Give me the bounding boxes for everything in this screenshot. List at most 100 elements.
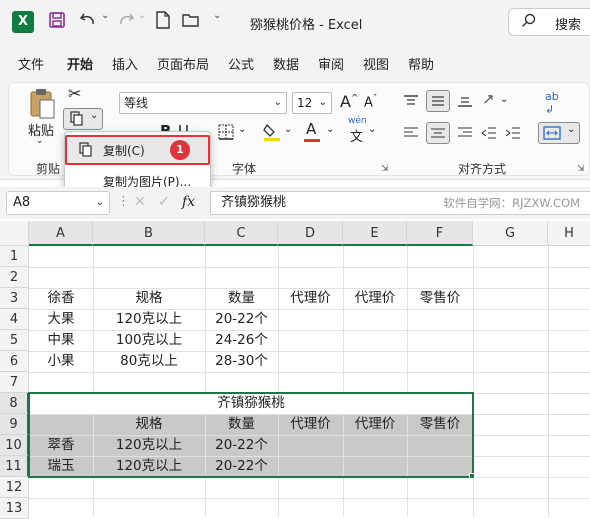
font-dialog-launcher-icon[interactable]: ⇲ bbox=[381, 164, 389, 174]
cell-a10[interactable]: 翠香 bbox=[29, 435, 93, 456]
row-header-11[interactable]: 11 bbox=[0, 456, 29, 477]
col-header-a[interactable]: A bbox=[29, 221, 93, 246]
menu-item-copy[interactable]: 复制(C) 1 bbox=[65, 135, 210, 165]
col-header-g[interactable]: G bbox=[473, 221, 548, 246]
tab-view[interactable]: 视图 bbox=[363, 54, 389, 73]
paste-dropdown-icon[interactable]: ⌄ bbox=[36, 136, 44, 146]
paste-icon[interactable] bbox=[28, 86, 56, 124]
open-folder-icon[interactable] bbox=[182, 12, 200, 32]
cell-a11[interactable]: 瑞玉 bbox=[29, 456, 93, 477]
cell-b3[interactable]: 规格 bbox=[93, 288, 205, 309]
grow-font-icon[interactable]: A^ bbox=[340, 92, 359, 111]
redo-icon[interactable] bbox=[116, 10, 136, 34]
row-header-5[interactable]: 5 bbox=[0, 330, 29, 351]
save-icon[interactable] bbox=[48, 11, 66, 33]
cell-a5[interactable]: 中果 bbox=[29, 330, 93, 351]
name-box[interactable]: A8 ⌄ bbox=[6, 191, 110, 215]
cell-a4[interactable]: 大果 bbox=[29, 309, 93, 330]
wrap-text-icon[interactable]: ab ↲ bbox=[545, 90, 559, 116]
font-color-dropdown-icon[interactable]: ⌄ bbox=[326, 124, 334, 135]
tab-insert[interactable]: 插入 bbox=[112, 54, 138, 73]
tab-formulas[interactable]: 公式 bbox=[228, 54, 254, 73]
increase-indent-icon[interactable] bbox=[505, 126, 521, 144]
cell-d3[interactable]: 代理价 bbox=[278, 288, 343, 309]
undo-dropdown-icon[interactable]: ⌄ bbox=[101, 10, 109, 21]
font-color-icon[interactable]: A bbox=[304, 120, 320, 142]
cell-d9[interactable]: 代理价 bbox=[278, 414, 343, 435]
orientation-icon[interactable]: ↗ bbox=[482, 90, 495, 108]
shrink-font-icon[interactable]: Aˇ bbox=[364, 94, 377, 110]
more-options-icon[interactable]: ⋮ bbox=[117, 194, 130, 209]
decrease-indent-icon[interactable] bbox=[481, 126, 497, 144]
redo-dropdown-icon[interactable]: ⌄ bbox=[138, 10, 146, 21]
row-header-8[interactable]: 8 bbox=[0, 393, 29, 414]
tab-review[interactable]: 审阅 bbox=[318, 54, 344, 73]
tab-help[interactable]: 帮助 bbox=[408, 54, 434, 73]
fill-color-dropdown-icon[interactable]: ⌄ bbox=[284, 124, 292, 135]
cell-c3[interactable]: 数量 bbox=[205, 288, 278, 309]
row-header-10[interactable]: 10 bbox=[0, 435, 29, 456]
col-header-h[interactable]: H bbox=[548, 221, 590, 246]
tab-file[interactable]: 文件 bbox=[18, 54, 44, 73]
tab-page-layout[interactable]: 页面布局 bbox=[157, 54, 209, 73]
new-file-icon[interactable] bbox=[155, 11, 171, 33]
cell-b11[interactable]: 120克以上 bbox=[93, 456, 205, 477]
cell-b10[interactable]: 120克以上 bbox=[93, 435, 205, 456]
cell-c10[interactable]: 20-22个 bbox=[205, 435, 278, 456]
select-all-corner[interactable] bbox=[0, 221, 29, 246]
borders-dropdown-icon[interactable]: ⌄ bbox=[238, 124, 246, 135]
font-size-select[interactable]: 12 ⌄ bbox=[292, 92, 332, 114]
copy-split-button[interactable]: ⌄ bbox=[63, 108, 103, 130]
row-header-2[interactable]: 2 bbox=[0, 267, 29, 288]
cell-c4[interactable]: 20-22个 bbox=[205, 309, 278, 330]
row-header-6[interactable]: 6 bbox=[0, 351, 29, 372]
merge-center-button[interactable]: ⌄ bbox=[538, 122, 580, 144]
cell-a6[interactable]: 小果 bbox=[29, 351, 93, 372]
borders-icon[interactable] bbox=[218, 124, 234, 144]
align-left-icon[interactable] bbox=[403, 126, 419, 144]
font-name-select[interactable]: 等线 ⌄ bbox=[119, 92, 287, 114]
align-top-icon[interactable] bbox=[403, 94, 419, 112]
cell-e9[interactable]: 代理价 bbox=[343, 414, 407, 435]
align-bottom-icon[interactable] bbox=[457, 94, 473, 112]
cell-f9[interactable]: 零售价 bbox=[407, 414, 473, 435]
row-header-13[interactable]: 13 bbox=[0, 498, 29, 519]
cell-f3[interactable]: 零售价 bbox=[407, 288, 473, 309]
cell-c5[interactable]: 24-26个 bbox=[205, 330, 278, 351]
cancel-entry-icon[interactable]: ✕ bbox=[134, 194, 146, 210]
align-center-button[interactable] bbox=[426, 122, 450, 144]
cell-b9[interactable]: 规格 bbox=[93, 414, 205, 435]
cell-a3[interactable]: 徐香 bbox=[29, 288, 93, 309]
row-header-7[interactable]: 7 bbox=[0, 372, 29, 393]
quick-access-dropdown-icon[interactable]: ⌄ bbox=[213, 10, 221, 21]
formula-input[interactable]: 齐镇猕猴桃 软件自学网：RJZXW.COM bbox=[210, 191, 590, 215]
alignment-dialog-launcher-icon[interactable]: ⇲ bbox=[577, 164, 585, 174]
align-right-icon[interactable] bbox=[457, 126, 473, 144]
undo-icon[interactable] bbox=[78, 10, 98, 34]
cell-b5[interactable]: 100克以上 bbox=[93, 330, 205, 351]
cell-c11[interactable]: 20-22个 bbox=[205, 456, 278, 477]
insert-function-icon[interactable]: fx bbox=[182, 194, 195, 210]
phonetic-dropdown-icon[interactable]: ⌄ bbox=[368, 124, 376, 135]
tab-home[interactable]: 开始 bbox=[67, 54, 94, 81]
col-header-e[interactable]: E bbox=[343, 221, 407, 246]
col-header-c[interactable]: C bbox=[205, 221, 278, 246]
orientation-dropdown-icon[interactable]: ⌄ bbox=[500, 94, 508, 105]
row-header-1[interactable]: 1 bbox=[0, 246, 29, 267]
cell-b4[interactable]: 120克以上 bbox=[93, 309, 205, 330]
row-header-9[interactable]: 9 bbox=[0, 414, 29, 435]
cell-e3[interactable]: 代理价 bbox=[343, 288, 407, 309]
cell-c9[interactable]: 数量 bbox=[205, 414, 278, 435]
cell-b6[interactable]: 80克以上 bbox=[93, 351, 205, 372]
fill-handle[interactable] bbox=[469, 473, 475, 479]
fill-color-icon[interactable] bbox=[262, 122, 282, 146]
row-header-3[interactable]: 3 bbox=[0, 288, 29, 309]
confirm-entry-icon[interactable]: ✓ bbox=[158, 194, 170, 210]
col-header-b[interactable]: B bbox=[93, 221, 205, 246]
cut-icon[interactable]: ✂ bbox=[68, 84, 81, 103]
row-header-12[interactable]: 12 bbox=[0, 477, 29, 498]
search-box[interactable]: 搜索 bbox=[508, 8, 590, 36]
col-header-f[interactable]: F bbox=[407, 221, 473, 246]
col-header-d[interactable]: D bbox=[278, 221, 343, 246]
row-header-4[interactable]: 4 bbox=[0, 309, 29, 330]
